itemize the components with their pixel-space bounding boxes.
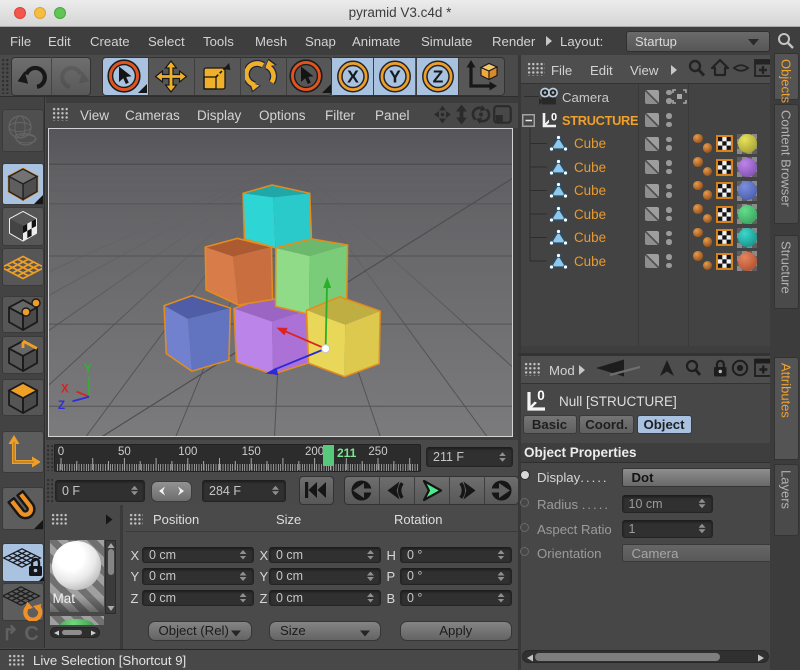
svg-text:Y: Y (84, 363, 92, 375)
svg-text:0: 0 (537, 388, 545, 403)
svg-text:Z: Z (433, 66, 444, 86)
svg-text:Z: Z (58, 399, 65, 411)
svg-text:0: 0 (551, 112, 557, 124)
svg-text:X: X (347, 66, 359, 86)
svg-text:Y: Y (389, 66, 401, 86)
svg-text:X: X (61, 383, 69, 395)
